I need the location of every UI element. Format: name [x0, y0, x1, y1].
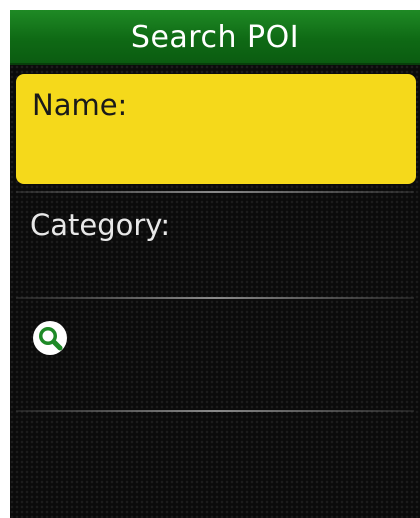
- search-button[interactable]: [10, 302, 420, 412]
- title-bar: Search POI: [10, 10, 420, 65]
- search-icon: [33, 321, 67, 355]
- name-field[interactable]: Name:: [16, 74, 416, 184]
- category-label: Category:: [30, 208, 171, 242]
- empty-row: [10, 414, 420, 518]
- device-screen: Search POI Name: Category:: [10, 10, 420, 518]
- divider: [16, 410, 414, 412]
- page-title: Search POI: [130, 20, 300, 55]
- divider: [16, 297, 414, 299]
- category-field[interactable]: Category:: [10, 188, 420, 298]
- name-label: Name:: [32, 88, 128, 122]
